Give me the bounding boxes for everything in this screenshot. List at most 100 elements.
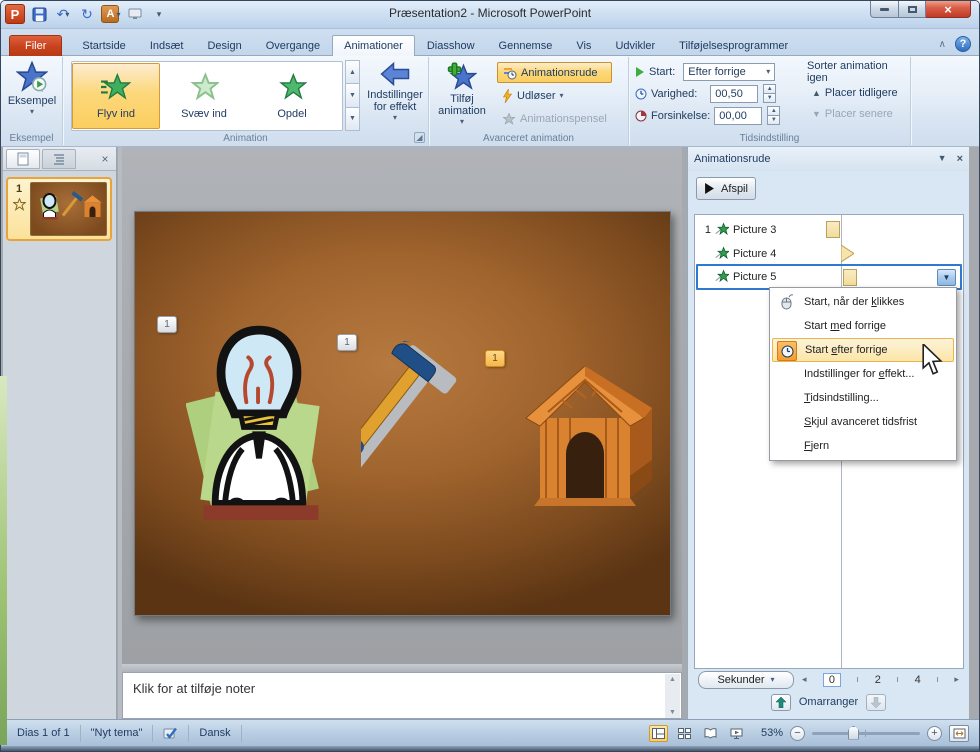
- slide-sorter-view-button[interactable]: [675, 725, 694, 742]
- tab-gennemse[interactable]: Gennemse: [487, 35, 565, 56]
- minimize-button[interactable]: [870, 1, 899, 18]
- notes-area[interactable]: Klik for at tilføje noter ▲▼: [122, 672, 682, 719]
- gallery-item-opdel[interactable]: Opdel: [248, 63, 336, 129]
- gallery-up-button[interactable]: ▲: [345, 60, 360, 84]
- duration-input[interactable]: 00,50: [710, 85, 758, 103]
- menu-item-skjul-avanceret-tidsfrist[interactable]: Skjul avanceret tidsfrist: [772, 410, 954, 434]
- reading-view-button[interactable]: [701, 725, 720, 742]
- zoom-percent[interactable]: 53%: [753, 727, 783, 739]
- delay-spinner[interactable]: ▲▼: [767, 107, 780, 125]
- hammer-clipart[interactable]: [361, 341, 507, 516]
- start-icon: [635, 67, 645, 77]
- gallery-down-button[interactable]: ▼: [345, 83, 360, 107]
- slide-canvas[interactable]: 1 1 1: [134, 211, 671, 616]
- move-later-button[interactable]: ▼ Placer senere: [807, 103, 910, 124]
- timeline-trigger-marker[interactable]: [841, 245, 854, 262]
- slideshow-view-button[interactable]: [727, 725, 746, 742]
- menu-item-start-med-forrige[interactable]: Start med forrige: [772, 314, 954, 338]
- trigger-button[interactable]: Udløser▾: [497, 85, 612, 106]
- theme-name[interactable]: "Nyt tema": [81, 725, 154, 742]
- redo-button[interactable]: ↻: [77, 4, 97, 24]
- timeline-bar[interactable]: [826, 221, 840, 238]
- menu-item-start-når-der-klikkes[interactable]: Start, når der klikkes: [772, 290, 954, 314]
- timeline-scroll-right-icon[interactable]: ▸: [954, 674, 959, 685]
- close-slides-panel-icon[interactable]: ×: [97, 152, 113, 166]
- pane-close-icon[interactable]: ×: [957, 153, 963, 165]
- zoom-slider[interactable]: [812, 732, 920, 735]
- notes-scrollbar[interactable]: ▲▼: [665, 674, 680, 718]
- qat-customize-button[interactable]: ▾: [149, 4, 169, 24]
- gallery-item-sv-v-ind[interactable]: Svæv ind: [160, 63, 248, 129]
- animation-order-badge[interactable]: 1: [157, 316, 177, 333]
- seconds-dropdown[interactable]: Sekunder▾: [698, 671, 794, 689]
- timeline-bar[interactable]: [843, 269, 857, 286]
- zoom-slider-thumb[interactable]: [848, 726, 859, 740]
- animation-pane-button[interactable]: Animationsrude: [497, 62, 612, 83]
- spellcheck-status[interactable]: [153, 725, 189, 742]
- preview-button[interactable]: Eksempel ▾: [5, 61, 59, 131]
- gallery-more-button[interactable]: ▼: [345, 107, 360, 131]
- duration-spinner[interactable]: ▲▼: [763, 85, 776, 103]
- tab-overgange[interactable]: Overgange: [254, 35, 332, 56]
- menu-item-fjern[interactable]: Fjern: [772, 434, 954, 458]
- delay-input[interactable]: 00,00: [714, 107, 762, 125]
- collapse-ribbon-icon[interactable]: ∧: [939, 39, 946, 50]
- tab-tilf-jelsesprogrammer[interactable]: Tilføjelsesprogrammer: [667, 35, 800, 56]
- menu-item-start-efter-forrige[interactable]: Start efter forrige: [772, 338, 954, 362]
- tab-vis[interactable]: Vis: [564, 35, 603, 56]
- menu-item-label: Indstillinger for effekt...: [804, 368, 914, 380]
- tab-outline[interactable]: [42, 149, 76, 169]
- language-status[interactable]: Dansk: [189, 725, 241, 742]
- powerpoint-logo-icon[interactable]: P: [5, 4, 25, 24]
- pane-menu-icon[interactable]: ▼: [938, 153, 947, 165]
- slide-thumbnail-image: [30, 182, 107, 236]
- outline-tab-icon: [53, 153, 65, 165]
- doghouse-clipart[interactable]: [518, 356, 657, 513]
- design-button[interactable]: A▾: [101, 4, 121, 24]
- reorder-down-icon: [871, 697, 881, 708]
- notes-splitter[interactable]: [122, 664, 682, 672]
- fit-to-window-button[interactable]: [949, 725, 969, 742]
- slideshow-from-start-button[interactable]: [125, 4, 145, 24]
- tab-startside[interactable]: Startside: [70, 35, 137, 56]
- save-button[interactable]: [29, 4, 49, 24]
- lightning-icon: [502, 89, 513, 103]
- animation-item-dropdown-button[interactable]: ▼: [937, 269, 956, 286]
- tab-animationer[interactable]: Animationer: [332, 35, 415, 57]
- zoom-in-button[interactable]: +: [927, 726, 942, 741]
- animation-painter-button[interactable]: Animationspensel: [497, 108, 612, 129]
- tab-udvikler[interactable]: Udvikler: [603, 35, 667, 56]
- close-button[interactable]: ×: [926, 1, 971, 18]
- reorder-down-button[interactable]: [866, 694, 886, 711]
- menu-item-tidsindstilling[interactable]: Tidsindstilling...: [772, 386, 954, 410]
- play-button[interactable]: Afspil: [696, 177, 756, 200]
- animation-item-picture-4[interactable]: Picture 4: [696, 242, 962, 266]
- add-animation-button[interactable]: Tilføj animation ▾: [433, 61, 491, 131]
- tab-slides[interactable]: [6, 149, 40, 169]
- maximize-button[interactable]: [899, 1, 926, 18]
- group-label-animation: Animation: [63, 133, 428, 144]
- animation-dialog-launcher[interactable]: ◢: [414, 132, 425, 143]
- menu-item-indstillinger-for-effekt[interactable]: Indstillinger for effekt...: [772, 362, 954, 386]
- start-select[interactable]: Efter forrige▾: [683, 63, 775, 81]
- tab-diasshow[interactable]: Diasshow: [415, 35, 487, 56]
- lightbulb-man-clipart[interactable]: [186, 320, 332, 534]
- gallery-item-flyv-ind[interactable]: Flyv ind: [72, 63, 160, 129]
- slide-counter[interactable]: Dias 1 of 1: [7, 725, 81, 742]
- timeline-scroll-left-icon[interactable]: ◂: [802, 674, 807, 685]
- undo-button[interactable]: ↶▾: [53, 4, 73, 24]
- move-earlier-button[interactable]: ▲ Placer tidligere: [807, 82, 910, 103]
- tab-filer[interactable]: Filer: [9, 35, 62, 56]
- animation-order-badge[interactable]: 1: [485, 350, 505, 367]
- reorder-up-button[interactable]: [771, 694, 791, 711]
- zoom-out-button[interactable]: −: [790, 726, 805, 741]
- normal-view-button[interactable]: [649, 725, 668, 742]
- help-button[interactable]: ?: [955, 36, 971, 52]
- tab-inds-t[interactable]: Indsæt: [138, 35, 196, 56]
- animation-item-picture-3[interactable]: 1Picture 3: [696, 218, 962, 242]
- animation-order-badge[interactable]: 1: [337, 334, 357, 351]
- animation-item-context-menu: Start, når der klikkesStart med forrigeS…: [769, 287, 957, 461]
- slide-thumbnail[interactable]: 1: [6, 177, 112, 241]
- effect-options-button[interactable]: Indstillinger for effekt ▾: [365, 61, 425, 131]
- tab-design[interactable]: Design: [195, 35, 253, 56]
